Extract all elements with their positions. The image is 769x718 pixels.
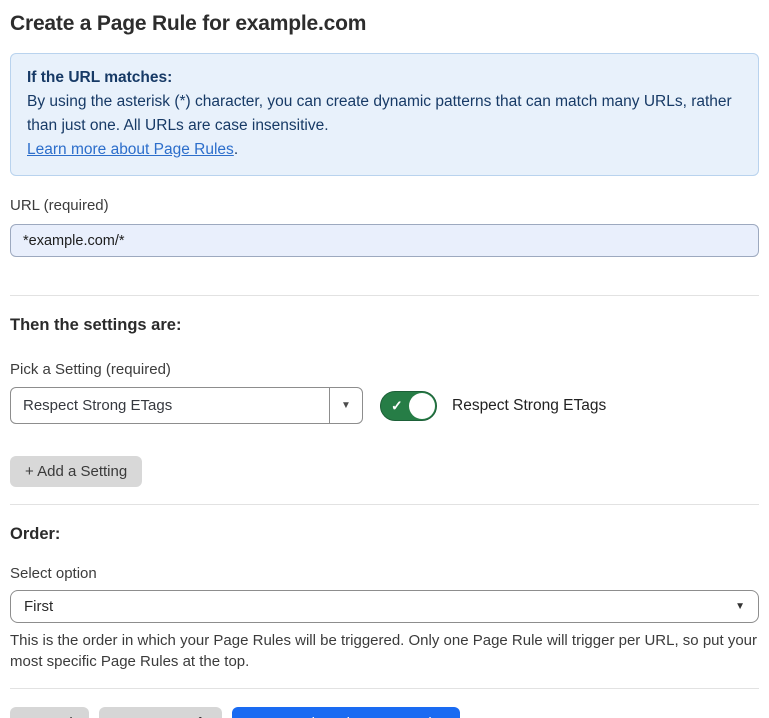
settings-heading: Then the settings are: xyxy=(10,316,759,335)
chevron-down-icon: ▼ xyxy=(329,388,362,423)
etag-toggle[interactable]: ✓ xyxy=(380,391,437,421)
url-match-info-box: If the URL matches: By using the asteris… xyxy=(10,53,759,176)
cancel-button[interactable]: Cancel xyxy=(10,707,89,718)
learn-more-link[interactable]: Learn more about Page Rules xyxy=(27,141,234,158)
order-select-label: Select option xyxy=(10,565,759,582)
toggle-knob xyxy=(409,393,435,419)
section-divider xyxy=(10,295,759,296)
save-draft-button[interactable]: Save as Draft xyxy=(99,707,222,718)
check-icon: ✓ xyxy=(391,398,403,412)
footer-divider xyxy=(10,688,759,689)
order-select-value: First xyxy=(24,598,53,615)
info-box-body: By using the asterisk (*) character, you… xyxy=(27,90,742,138)
toggle-label: Respect Strong ETags xyxy=(452,397,606,415)
footer-actions: Cancel Save as Draft Save and Deploy Pag… xyxy=(10,707,759,718)
section-divider xyxy=(10,504,759,505)
save-deploy-button[interactable]: Save and Deploy Page Rule xyxy=(232,707,460,718)
page-title: Create a Page Rule for example.com xyxy=(10,12,759,36)
add-setting-button[interactable]: + Add a Setting xyxy=(10,456,142,487)
link-period: . xyxy=(234,141,238,158)
order-heading: Order: xyxy=(10,525,759,544)
pick-setting-label: Pick a Setting (required) xyxy=(10,361,759,378)
order-help-text: This is the order in which your Page Rul… xyxy=(10,630,759,672)
info-box-heading: If the URL matches: xyxy=(27,66,742,90)
order-select[interactable]: First ▼ xyxy=(10,590,759,623)
setting-select[interactable]: Respect Strong ETags ▼ xyxy=(10,387,363,424)
chevron-down-icon: ▼ xyxy=(735,601,745,612)
url-input[interactable] xyxy=(10,224,759,257)
setting-row: Respect Strong ETags ▼ ✓ Respect Strong … xyxy=(10,387,759,424)
info-box-link-line: Learn more about Page Rules. xyxy=(27,138,742,162)
setting-select-value: Respect Strong ETags xyxy=(11,388,329,423)
page-rule-form: Create a Page Rule for example.com If th… xyxy=(0,0,769,718)
url-label: URL (required) xyxy=(10,197,759,214)
